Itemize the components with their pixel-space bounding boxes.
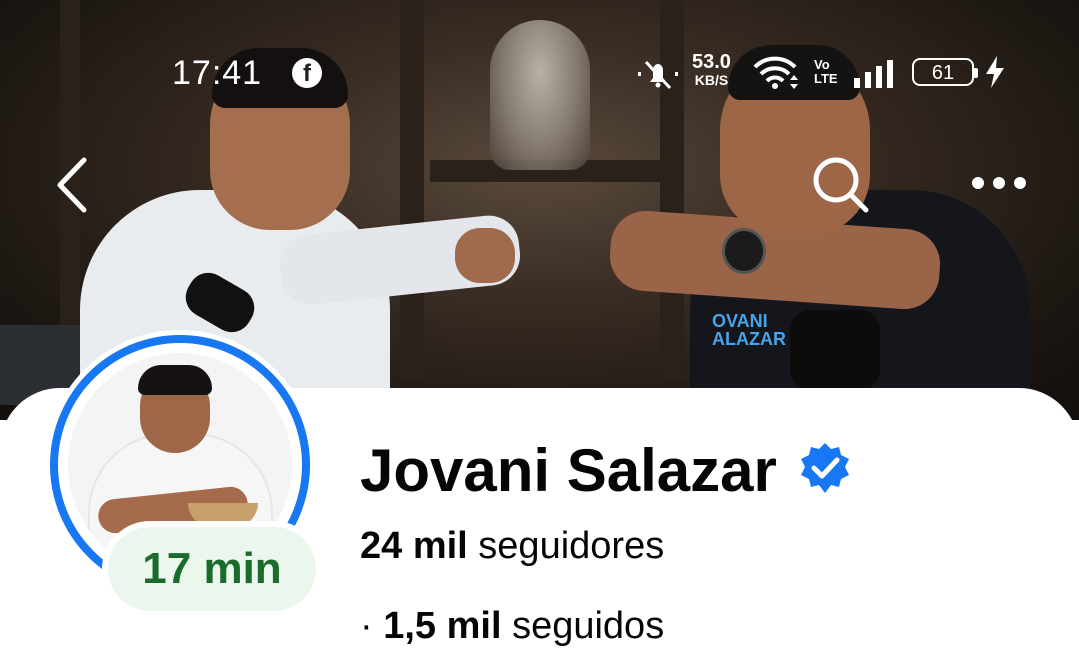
volte-bottom: LTE bbox=[814, 71, 838, 86]
battery-icon: 61 bbox=[912, 58, 978, 86]
volte-top: Vo bbox=[814, 57, 830, 72]
charging-bolt-icon bbox=[984, 56, 1006, 93]
following-label: seguidos bbox=[512, 605, 665, 647]
shirt-text-line1: OVANI bbox=[712, 311, 768, 331]
following-link[interactable]: · 1,5 mil seguidos bbox=[360, 602, 664, 650]
followers-label: seguidores bbox=[478, 525, 665, 567]
profile-name: Jovani Salazar bbox=[360, 437, 777, 504]
battery-level: 61 bbox=[931, 62, 955, 84]
following-count: 1,5 mil bbox=[383, 605, 502, 647]
search-button[interactable] bbox=[808, 152, 872, 216]
person-left-hand bbox=[455, 228, 515, 283]
wifi-icon bbox=[752, 56, 798, 95]
microphone bbox=[790, 310, 880, 390]
network-speed-value: 53.0 bbox=[692, 51, 731, 73]
shirt-logo-text: OVANI ALAZAR bbox=[712, 312, 786, 348]
chevron-left-icon bbox=[57, 157, 87, 213]
verified-badge-icon[interactable] bbox=[797, 441, 853, 502]
status-time: 17:41 bbox=[172, 54, 263, 92]
story-time-badge[interactable]: 17 min bbox=[108, 527, 316, 611]
profile-name-row: Jovani Salazar bbox=[360, 436, 853, 506]
more-options-button[interactable] bbox=[966, 165, 1032, 201]
shirt-text-line2: ALAZAR bbox=[712, 329, 786, 349]
volte-indicator: Vo LTE bbox=[814, 58, 838, 86]
followers-link[interactable]: 24 mil seguidores bbox=[360, 522, 664, 570]
mute-bell-icon bbox=[638, 58, 678, 90]
status-bar: 17:41 f 53.0 KB/S Vo LTE 61 bbox=[0, 48, 1079, 98]
network-speed: 53.0 KB/S bbox=[692, 52, 731, 88]
more-dots-icon bbox=[972, 177, 1026, 189]
facebook-icon: f bbox=[292, 58, 322, 88]
back-button[interactable] bbox=[48, 150, 98, 220]
separator-dot: · bbox=[360, 605, 373, 647]
avatar-hair bbox=[138, 365, 212, 395]
search-icon bbox=[813, 157, 869, 213]
followers-count: 24 mil bbox=[360, 525, 468, 567]
network-speed-unit: KB/S bbox=[694, 72, 729, 88]
signal-icon bbox=[854, 60, 898, 93]
watch bbox=[722, 228, 766, 274]
